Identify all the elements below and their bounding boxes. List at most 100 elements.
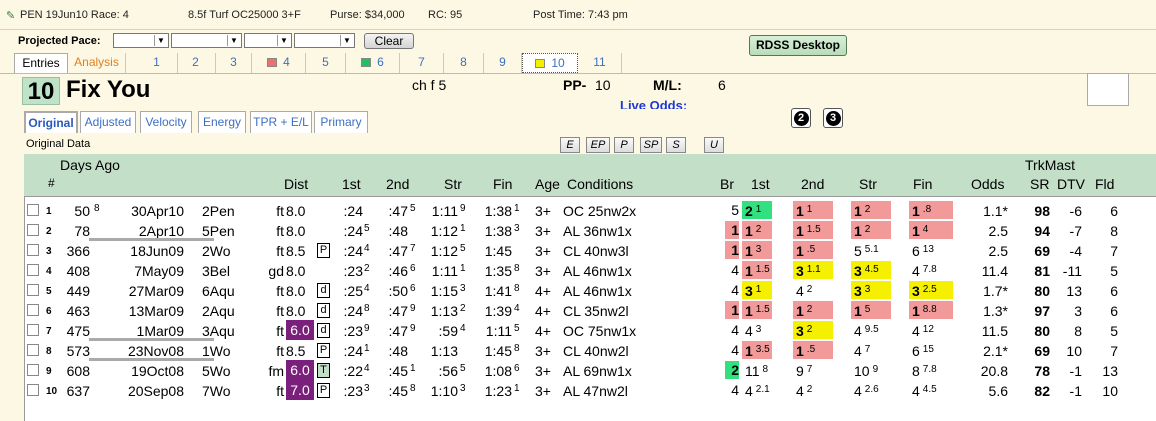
speed-rating: 94 [1034,223,1050,239]
call-fin: 4 4.5 [909,381,953,399]
tab-2[interactable]: 2 [176,53,216,73]
post-position: 1 [725,221,739,239]
tab-4[interactable]: 4 [252,53,306,73]
circle-3-icon[interactable]: 3 [823,108,843,128]
horse-number: 10 [22,77,60,105]
ml-label: M/L: [653,77,682,93]
frac-2nd-sup: 5 [410,203,416,214]
row-number: 3 [46,246,52,257]
tab-label: 1 [153,55,160,69]
row-checkbox[interactable] [27,284,39,296]
pace-select-1[interactable]: ▼ [113,33,169,48]
tab-6[interactable]: 6 [346,53,400,73]
call-lengths: 2 [806,384,813,395]
table-row[interactable]: 7 475 1Mar09 3Aqu ft 6.0 d:23 9:47 9:59 4 1:11 5 4+ O… [24,320,1156,341]
row-checkbox[interactable] [27,264,39,276]
frac-1st: :24 [343,223,363,239]
final-time-sup: 8 [514,343,520,354]
days-ago: 463 [66,303,90,319]
col-2nd: 2nd [386,176,410,192]
filter-sp-button[interactable]: SP [640,137,662,153]
filter-e-button[interactable]: E [560,137,580,153]
call-lengths: 3 [755,244,762,255]
dtv: -1 [1069,383,1082,399]
subtab-tpr-e-l[interactable]: TPR + E/L [250,111,312,133]
table-row[interactable]: 5 449 27Mar09 6Aqu ft 8.0 d:25 4:50 6 1:15 3 1:41 8 4… [24,280,1156,300]
tab-9[interactable]: 9 [484,53,522,73]
table-row[interactable]: 2 78 2Apr10 5Pen ft 8.0:24 5:48 1:12 1 1:38 3 3+ AL … [24,220,1156,241]
frac-str: 1:12 [430,243,458,259]
filter-p-button[interactable]: P [614,137,634,153]
call-lengths: 7.8 [922,264,937,275]
table-row[interactable]: 9 608 19Oct08 5Wo fm 6.0 T:22 4:45 1:56 5 1:08 6 3+ A… [24,360,1156,380]
tab-1[interactable]: 1 [136,53,178,73]
post-position: 4 [731,382,739,398]
table-row[interactable]: 1 50 8 30Apr10 2Pen ft 8.0:24:47 5 1:11 9 1:38 1 3+ O… [24,200,1156,220]
filter-ep-button[interactable]: EP [586,137,610,153]
tab-analysis[interactable]: Analysis [68,53,126,73]
speed-rating: 97 [1034,303,1050,319]
frac-2nd: :47 [388,243,408,259]
call-lengths: 2.1 [755,384,770,395]
subtab-primary[interactable]: Primary [314,111,368,133]
call-lengths: 4.5 [922,384,937,395]
subtab-velocity[interactable]: Velocity [140,111,192,133]
filter-u-button[interactable]: U [704,137,724,153]
table-row[interactable]: 4 408 7May09 3Bel gd 8.0:23 2:46 6 1:11 1 1:35 8 3+ A… [24,260,1156,280]
row-checkbox[interactable] [27,324,39,336]
frac-2nd-sup: 1 [410,363,416,374]
call-position: 4 [854,383,862,399]
pace-select-2[interactable]: ▼ [171,33,242,48]
pace-select-3[interactable]: ▼ [244,33,292,48]
row-number: 10 [46,386,58,397]
tab-3[interactable]: 3 [216,53,252,73]
age: 3+ [535,383,551,399]
clear-button[interactable]: Clear [364,33,414,49]
call-lengths: 8 [762,364,769,375]
tab-label: 7 [418,55,425,69]
call-position: 1 [912,223,920,239]
tab-7[interactable]: 7 [400,53,444,73]
row-checkbox[interactable] [27,224,39,236]
call-1st: 31 [742,281,772,299]
tab-entries[interactable]: Entries [14,53,68,73]
row-checkbox[interactable] [27,344,39,356]
pace-select-4[interactable]: ▼ [294,33,355,48]
call-position: 6 [912,343,920,359]
race-track: 3Bel [202,263,231,279]
final-time-sup: 4 [514,303,520,314]
age: 4+ [535,303,551,319]
frac-1st-sup: 3 [364,383,370,394]
conditions: CL 40nw3l [563,243,629,259]
tab-5[interactable]: 5 [306,53,346,73]
tab-8[interactable]: 8 [444,53,484,73]
race-purse: Purse: $34,000 [330,9,405,21]
call-lengths: 12 [922,324,934,335]
distance: 8.5 [286,243,306,259]
call-position: 1 [796,243,804,259]
row-checkbox[interactable] [27,304,39,316]
speed-rating: 98 [1034,203,1050,219]
subtab-original[interactable]: Original [24,111,78,133]
row-checkbox[interactable] [27,204,39,216]
call-position: 10 [854,363,870,379]
subtab-adjusted[interactable]: Adjusted [80,111,136,133]
table-row[interactable]: 8 573 23Nov08 1Wo ft 8.5 P:24 1:48 1:13 1:45 8 3+ CL… [24,340,1156,361]
table-row[interactable]: 3 366 18Jun09 2Wo ft 8.5 P:24 4:47 7 1:12 5 1:45 3+ C… [24,240,1156,260]
row-checkbox[interactable] [27,364,39,376]
subtab-energy[interactable]: Energy [198,111,246,133]
circle-2-icon[interactable]: 2 [791,108,811,128]
filter-s-button[interactable]: S [666,137,686,153]
call-lengths: 1.1 [806,264,821,275]
row-number: 6 [46,306,52,317]
odds: 2.1* [983,343,1008,359]
table-row[interactable]: 10 637 20Sep08 7Wo ft 7.0 P:23 3:45 8 1:10 3 1:23 1 3… [24,380,1156,400]
call-1st: 43 [742,321,772,339]
days-ago: 475 [66,323,90,339]
table-row[interactable]: 6 463 13Mar09 2Aqu ft 8.0 d:24 8:47 9 1:13 2 1:39 4 4… [24,300,1156,320]
tab-10[interactable]: 10 [522,53,578,73]
row-checkbox[interactable] [27,244,39,256]
tab-11[interactable]: 11 [578,53,622,73]
row-checkbox[interactable] [27,384,39,396]
call-lengths: 9.5 [864,324,879,335]
